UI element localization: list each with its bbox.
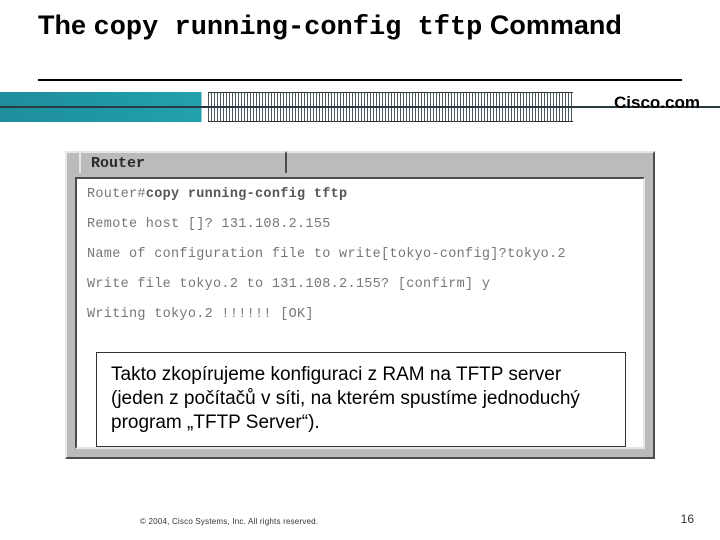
title-underline — [38, 79, 682, 81]
slide-title: The copy running-config tftp Command — [38, 10, 682, 44]
caption-box: Takto zkopírujeme konfiguraci z RAM na T… — [96, 352, 626, 447]
prompt: Router# — [87, 187, 146, 202]
slide: The copy running-config tftp Command Cis… — [0, 0, 720, 540]
slide-number: 16 — [681, 512, 694, 526]
terminal-tab: Router — [79, 151, 287, 173]
header-rule-line — [0, 106, 720, 108]
footer: © 2004, Cisco Systems, Inc. All rights r… — [0, 508, 720, 526]
cisco-logo: Cisco.com — [614, 93, 700, 113]
title-code: copy running-config tftp — [94, 13, 483, 43]
caption-text: Takto zkopírujeme konfiguraci z RAM na T… — [111, 364, 580, 433]
terminal-line-4: Writing tokyo.2 !!!!!! [OK] — [87, 307, 633, 322]
terminal-line-2: Name of configuration file to write[toky… — [87, 247, 633, 262]
title-post: Command — [482, 10, 622, 40]
copyright: © 2004, Cisco Systems, Inc. All rights r… — [140, 517, 318, 526]
command: copy running-config tftp — [146, 187, 348, 202]
cisco-logo-text: Cisco.com — [614, 93, 700, 112]
title-pre: The — [38, 10, 94, 40]
terminal-line-0: Router#copy running-config tftp — [87, 187, 633, 202]
terminal-line-1: Remote host []? 131.108.2.155 — [87, 217, 633, 232]
terminal-line-3: Write file tokyo.2 to 131.108.2.155? [co… — [87, 277, 633, 292]
